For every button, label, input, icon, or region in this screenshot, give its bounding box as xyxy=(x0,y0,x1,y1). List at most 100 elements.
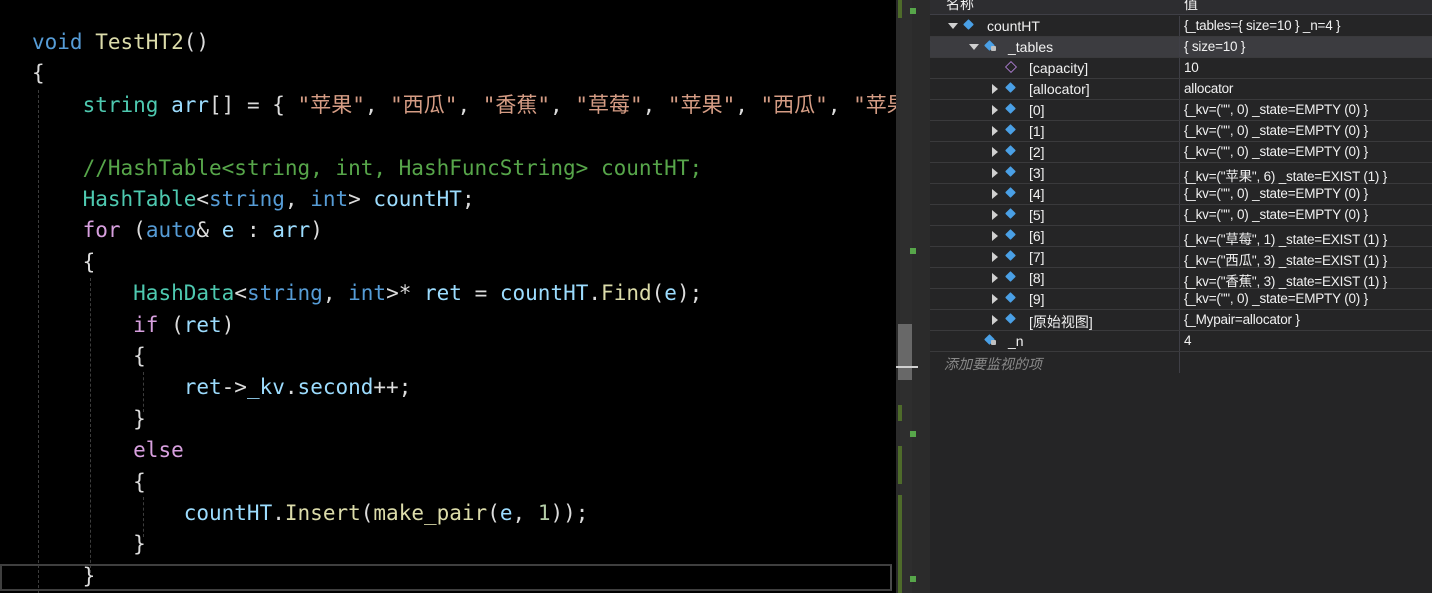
scrollbar-thumb[interactable] xyxy=(898,324,912,380)
editor-vertical-scrollbar[interactable] xyxy=(896,0,930,593)
watch-row[interactable]: [3] {_kv=("苹果", 6) _state=EXIST (1) } xyxy=(930,163,1432,184)
watch-item-name[interactable]: [8] xyxy=(1029,270,1045,286)
watch-item-value[interactable]: {_kv=("苹果", 6) _state=EXIST (1) } xyxy=(1184,165,1387,185)
watch-row[interactable]: [2] {_kv=("", 0) _state=EMPTY (0) } xyxy=(930,142,1432,163)
watch-item-value[interactable]: {_kv=("", 0) _state=EMPTY (0) } xyxy=(1184,207,1368,222)
code-line[interactable]: else xyxy=(32,435,184,466)
expand-arrow-icon[interactable] xyxy=(992,105,998,115)
watch-item-name[interactable]: [4] xyxy=(1029,186,1045,202)
watch-item-value[interactable]: {_kv=("", 0) _state=EMPTY (0) } xyxy=(1184,144,1368,159)
watch-item-name[interactable]: [0] xyxy=(1029,102,1045,118)
watch-item-value[interactable]: {_kv=("", 0) _state=EMPTY (0) } xyxy=(1184,102,1368,117)
punctuation: ++; xyxy=(373,375,412,400)
watch-row[interactable]: [capacity] 10 xyxy=(930,58,1432,79)
watch-item-name[interactable]: [2] xyxy=(1029,144,1045,160)
expand-arrow-icon[interactable] xyxy=(992,126,998,136)
watch-item-name[interactable]: [9] xyxy=(1029,291,1045,307)
object-icon xyxy=(1005,187,1016,198)
watch-item-name[interactable]: _n xyxy=(1008,333,1024,349)
column-divider xyxy=(1179,331,1180,351)
column-divider xyxy=(1179,226,1180,246)
punctuation: { xyxy=(32,469,146,494)
watch-item-name[interactable]: [1] xyxy=(1029,123,1045,139)
watch-row[interactable]: [原始视图] {_Mypair=allocator } xyxy=(930,310,1432,331)
watch-item-value[interactable]: {_kv=("", 0) _state=EMPTY (0) } xyxy=(1184,186,1368,201)
expand-arrow-icon[interactable] xyxy=(992,252,998,262)
punctuation xyxy=(83,30,96,54)
code-line[interactable]: HashTable<string, int> countHT; xyxy=(32,184,475,215)
expand-arrow-icon[interactable] xyxy=(992,210,998,220)
identifier: arr xyxy=(272,218,311,243)
watch-row[interactable]: [1] {_kv=("", 0) _state=EMPTY (0) } xyxy=(930,121,1432,142)
watch-item-name[interactable]: [capacity] xyxy=(1029,60,1088,76)
watch-item-value[interactable]: { size=10 } xyxy=(1184,39,1245,54)
watch-item-name[interactable]: [原始视图] xyxy=(1029,312,1093,332)
watch-item-value[interactable]: 4 xyxy=(1184,333,1192,348)
expand-arrow-icon[interactable] xyxy=(992,84,998,94)
code-line[interactable]: { xyxy=(32,467,146,498)
punctuation xyxy=(32,313,133,337)
expand-arrow-icon[interactable] xyxy=(992,147,998,157)
code-line[interactable]: for (auto& e : arr) xyxy=(32,215,323,246)
name-column-header[interactable]: 名称 xyxy=(946,0,974,14)
code-line[interactable]: } xyxy=(32,404,146,435)
code-line[interactable]: if (ret) xyxy=(32,310,234,341)
watch-item-value[interactable]: {_kv=("草莓", 1) _state=EXIST (1) } xyxy=(1184,228,1387,248)
watch-item-value[interactable]: {_kv=("", 0) _state=EMPTY (0) } xyxy=(1184,123,1368,138)
watch-row[interactable]: [8] {_kv=("香蕉", 3) _state=EXIST (1) } xyxy=(930,268,1432,289)
watch-row[interactable]: [5] {_kv=("", 0) _state=EMPTY (0) } xyxy=(930,205,1432,226)
code-line[interactable]: //HashTable<string, int, HashFuncString>… xyxy=(32,153,703,184)
expand-arrow-icon[interactable] xyxy=(992,231,998,241)
code-line[interactable]: HashData<string, int>* ret = countHT.Fin… xyxy=(32,278,702,309)
watch-row[interactable]: [4] {_kv=("", 0) _state=EMPTY (0) } xyxy=(930,184,1432,205)
punctuation: , xyxy=(642,92,668,117)
collapse-arrow-icon[interactable] xyxy=(948,23,958,29)
expand-arrow-icon[interactable] xyxy=(992,189,998,199)
watch-row[interactable]: [9] {_kv=("", 0) _state=EMPTY (0) } xyxy=(930,289,1432,310)
code-line[interactable]: string arr[] = { "苹果", "西瓜", "香蕉", "草莓",… xyxy=(32,90,896,121)
watch-item-value[interactable]: {_kv=("西瓜", 3) _state=EXIST (1) } xyxy=(1184,249,1387,269)
collapse-arrow-icon[interactable] xyxy=(969,44,979,50)
watch-row[interactable]: [0] {_kv=("", 0) _state=EMPTY (0) } xyxy=(930,100,1432,121)
code-line[interactable]: { xyxy=(32,58,45,89)
punctuation: ( xyxy=(487,501,500,525)
expand-arrow-icon[interactable] xyxy=(992,294,998,304)
watch-row[interactable]: countHT {_tables={ size=10 } _n=4 } xyxy=(930,16,1432,37)
code-line[interactable]: } xyxy=(32,529,146,560)
watch-item-name[interactable]: _tables xyxy=(1008,39,1053,55)
watch-row[interactable]: [allocator] allocator xyxy=(930,79,1432,100)
watch-window[interactable]: 名称 值 countHT {_tables={ size=10 } _n=4 } _… xyxy=(930,0,1432,593)
code-line[interactable]: void TestHT2() xyxy=(32,27,209,58)
watch-item-value[interactable]: {_kv=("", 0) _state=EMPTY (0) } xyxy=(1184,291,1368,306)
watch-item-name[interactable]: [6] xyxy=(1029,228,1045,244)
code-line[interactable]: countHT.Insert(make_pair(e, 1)); xyxy=(32,498,589,529)
value-column-header[interactable]: 值 xyxy=(1184,0,1198,14)
watch-row[interactable]: [7] {_kv=("西瓜", 3) _state=EXIST (1) } xyxy=(930,247,1432,268)
watch-row[interactable]: _tables { size=10 } xyxy=(930,37,1432,58)
watch-item-name[interactable]: countHT xyxy=(987,18,1040,34)
identifier: e xyxy=(221,218,235,243)
watch-item-name[interactable]: [5] xyxy=(1029,207,1045,223)
code-line[interactable]: { xyxy=(32,247,96,278)
code-line[interactable]: { xyxy=(32,341,146,372)
watch-row[interactable]: [6] {_kv=("草莓", 1) _state=EXIST (1) } xyxy=(930,226,1432,247)
watch-item-value[interactable]: 10 xyxy=(1184,60,1199,75)
comment: //HashTable<string, int, HashFuncString>… xyxy=(82,155,703,180)
watch-item-value[interactable]: allocator xyxy=(1184,81,1233,96)
watch-item-name[interactable]: [3] xyxy=(1029,165,1045,181)
watch-row[interactable]: _n 4 xyxy=(930,331,1432,352)
expand-arrow-icon[interactable] xyxy=(992,315,998,325)
function-name: Insert xyxy=(284,501,361,525)
column-divider xyxy=(1179,268,1180,288)
add-watch-item-placeholder[interactable]: 添加要监视的项 xyxy=(944,354,1042,374)
watch-item-name[interactable]: [7] xyxy=(1029,249,1045,265)
object-icon xyxy=(1005,313,1016,324)
expand-arrow-icon[interactable] xyxy=(992,273,998,283)
watch-item-value[interactable]: {_Mypair=allocator } xyxy=(1184,312,1300,327)
expand-arrow-icon[interactable] xyxy=(992,168,998,178)
watch-item-value[interactable]: {_kv=("香蕉", 3) _state=EXIST (1) } xyxy=(1184,270,1387,290)
watch-item-value[interactable]: {_tables={ size=10 } _n=4 } xyxy=(1184,18,1341,33)
code-editor[interactable]: void TestHT2(){ string arr[] = { "苹果", "… xyxy=(0,0,896,593)
watch-item-name[interactable]: [allocator] xyxy=(1029,81,1090,97)
code-line[interactable]: ret->_kv.second++; xyxy=(32,372,412,403)
